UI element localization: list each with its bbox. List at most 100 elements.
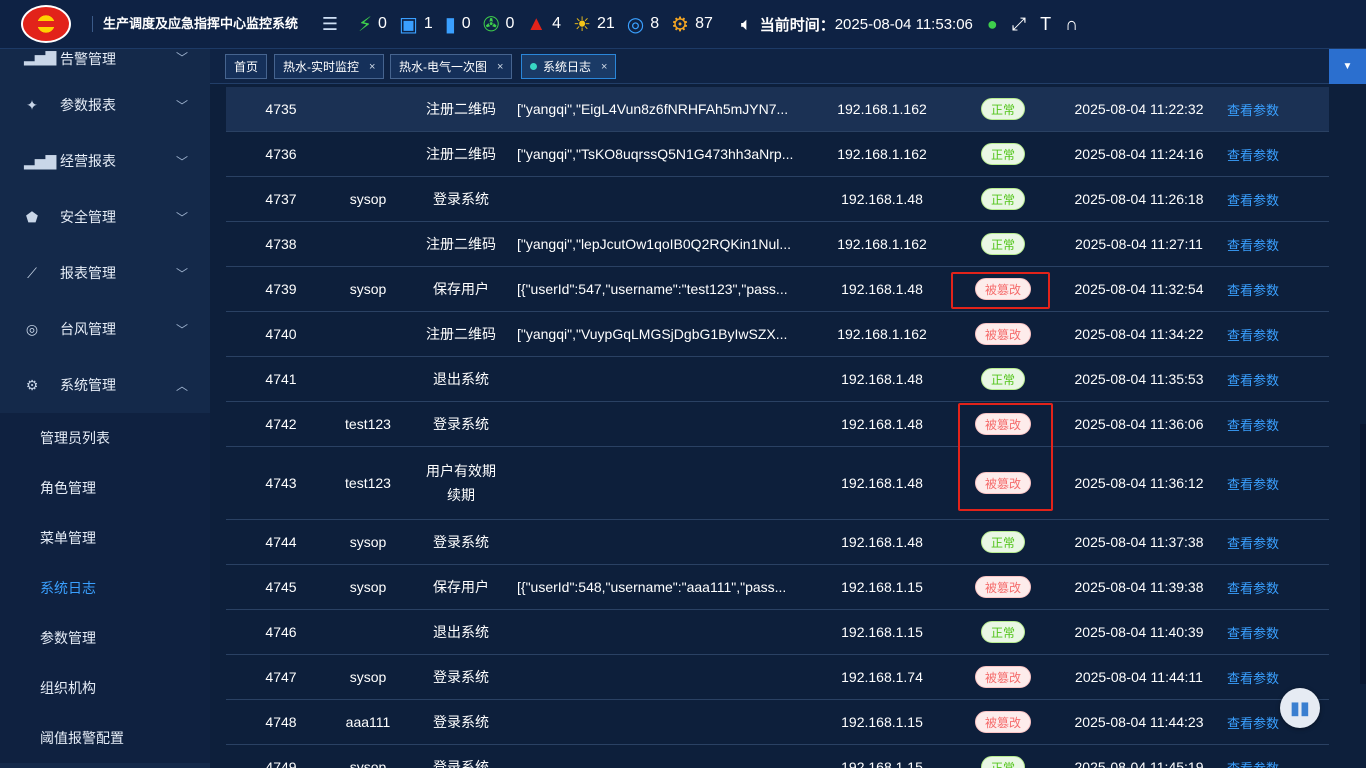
submenu-item[interactable]: 角色管理 [0,463,210,513]
submenu-item[interactable]: 管理员列表 [0,413,210,463]
stat-value: 0 [505,15,515,32]
log-table: 4735 注册二维码 ["yangqi","EigL4Vun8z6fNRHFAh5m… [226,86,1329,768]
row-id: 4744 [265,534,297,550]
sidebar-item-2[interactable]: ▂▅▇ 经营报表 ﹀ [0,133,210,189]
table-row: 4744 sysop 登录系统 192.168.1.48 2025-08-04 11:3… [226,520,1329,565]
submenu-item[interactable]: 阈值报警配置 [0,713,210,763]
submenu-item[interactable]: 参数管理 [0,613,210,663]
table-row: 4746 退出系统 192.168.1.15 2025-08-04 11:40:39 正… [226,610,1329,655]
tab-3[interactable]: 系统日志 × [521,54,617,79]
row-operation: 注册二维码 [426,101,496,117]
sidebar-item-label: 安全管理 [60,209,116,225]
view-params-link[interactable]: 查看参数 [1220,267,1286,311]
status-badge: 正常 [980,756,1025,768]
view-params-link[interactable]: 查看参数 [1220,402,1286,446]
row-user: sysop [349,534,387,550]
tab-0[interactable]: 首页 [225,54,268,79]
table-row: 4735 注册二维码 ["yangqi","EigL4Vun8z6fNRHFAh5m… [226,87,1329,132]
sidebar-item-6[interactable]: ⚙ 系统管理 ︿ [0,357,210,413]
row-ip: 192.168.1.162 [837,326,927,342]
submenu-item[interactable]: 组织机构 [0,663,210,713]
view-params-link[interactable]: 查看参数 [1220,745,1286,768]
row-user [323,357,413,401]
view-params-link[interactable]: 查看参数 [1220,312,1286,356]
close-icon[interactable]: × [601,61,607,73]
stat-value: 0 [378,15,387,32]
stat-battery-device[interactable]: ▣ 1 [399,12,433,37]
sidebar-item-5[interactable]: ◎ 台风管理 ﹀ [0,301,210,357]
headphones-icon[interactable]: ∩ [1065,14,1078,35]
view-params-link[interactable]: 查看参数 [1220,700,1286,744]
view-params-link[interactable]: 查看参数 [1220,610,1286,654]
speaker-icon[interactable]: 🔈︎ [741,14,752,35]
stat-gears[interactable]: ⚙ 87 [671,12,713,37]
sidebar-item-3[interactable]: ⬟ 安全管理 ﹀ [0,189,210,245]
close-icon[interactable]: × [497,61,503,73]
fullscreen-icon[interactable]: ⤢ [1012,14,1026,35]
row-params [517,655,807,699]
row-status: 被篡改 [958,565,1048,609]
typhoon-icon: ◎ [25,320,39,337]
row-id: 4735 [265,101,297,117]
row-ip: 192.168.1.15 [841,579,923,595]
sidebar-item-label: 告警管理 [60,51,116,67]
view-params-link[interactable]: 查看参数 [1220,87,1286,131]
row-user [323,132,413,176]
scrollbar[interactable] [1358,84,1366,768]
row-ip: 192.168.1.48 [841,371,923,387]
row-time: 2025-08-04 11:36:12 [1074,475,1204,491]
row-ip: 192.168.1.162 [837,101,927,117]
stat-wind-turbine[interactable]: ⚡ 0 [358,12,387,37]
safety-icon: ⬟ [25,208,39,225]
menu-toggle-icon[interactable]: ☰ [314,14,346,35]
stat-solar-panel[interactable]: ☀ 21 [573,12,615,37]
view-params-link[interactable]: 查看参数 [1220,565,1286,609]
view-params-link[interactable]: 查看参数 [1220,132,1286,176]
view-params-link[interactable]: 查看参数 [1220,222,1286,266]
sidebar-item-4[interactable]: ⟋ 报表管理 ﹀ [0,245,210,301]
lightbulb-icon[interactable]: ● [987,14,998,35]
tab-2[interactable]: 热水-电气一次图 × [390,54,513,79]
row-id: 4749 [265,759,297,768]
tab-bar: 首页 热水-实时监控 × 热水-电气一次图 × 系统日志 × ▼ [210,49,1366,84]
view-params-link[interactable]: 查看参数 [1220,655,1286,699]
row-operation: 注册二维码 [426,236,496,252]
close-icon[interactable]: × [369,61,375,73]
top-header: 生产调度及应急指挥中心监控系统 ☰ ⚡ 0 ▣ 1 ▮ 0 ✇ 0 ▲ 4 ☀ 21 ◎ 8 ⚙ 87 🔈︎ … [0,0,1366,49]
submenu-item[interactable]: 菜单管理 [0,513,210,563]
view-params-link[interactable]: 查看参数 [1220,520,1286,564]
chart-float-button[interactable]: ▮▮ [1280,688,1320,728]
row-status: 被篡改 [958,402,1048,446]
wind-turbine-icon: ⚡ [358,13,373,36]
row-params [517,610,807,654]
stat-fire-extinguisher[interactable]: ▲ 4 [526,12,561,37]
row-status: 正常 [958,87,1048,131]
submenu-item[interactable]: 系统日志 [0,563,210,613]
chevron-down-icon: ﹀ [175,154,188,169]
tab-1[interactable]: 热水-实时监控 × [274,54,385,79]
row-status: 正常 [958,357,1048,401]
row-ip: 192.168.1.48 [841,281,923,297]
view-params-link[interactable]: 查看参数 [1220,177,1286,221]
status-badge: 被篡改 [974,323,1031,345]
sidebar-item-0[interactable]: ▂▅▇ 告警管理 ﹀ [0,49,210,77]
table-row: 4742 test123 登录系统 192.168.1.48 2025-08-04 11… [226,402,1329,447]
row-status: 正常 [958,132,1048,176]
status-badge: 正常 [980,621,1025,643]
stat-fan[interactable]: ✇ 0 [483,12,515,37]
row-ip: 192.168.1.15 [841,759,923,768]
report-chart-icon: ⟋ [27,264,37,281]
tab-dropdown-icon[interactable]: ▼ [1329,49,1366,84]
sidebar-item-1[interactable]: ✦ 参数报表 ﹀ [0,77,210,133]
stat-cable-reel[interactable]: ◎ 8 [627,12,659,37]
font-size-icon[interactable]: T [1040,14,1051,35]
row-operation: 注册二维码 [426,146,496,162]
row-user [323,312,413,356]
view-params-link[interactable]: 查看参数 [1220,357,1286,401]
stat-battery-charge[interactable]: ▮ 0 [445,12,471,37]
sidebar-item-label: 报表管理 [60,265,116,281]
view-params-link[interactable]: 查看参数 [1220,447,1286,519]
row-time: 2025-08-04 11:27:11 [1075,236,1203,252]
row-id: 4745 [265,579,297,595]
chevron-down-icon: ﹀ [175,266,188,281]
